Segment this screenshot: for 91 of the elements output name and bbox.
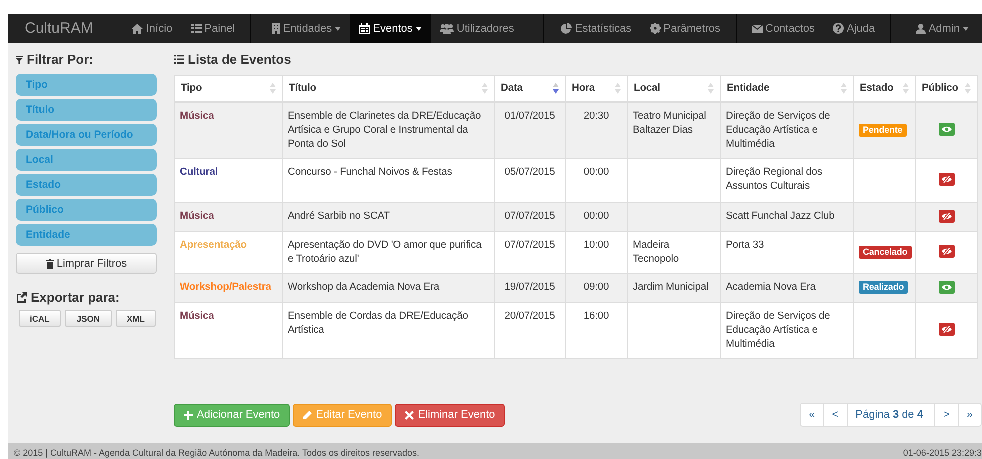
user-icon (916, 24, 926, 34)
private-icon[interactable] (938, 245, 954, 258)
nav-link[interactable]: Início (123, 14, 182, 43)
nav-link[interactable]: Eventos (350, 14, 431, 43)
share-icon (16, 292, 27, 303)
nav-link[interactable]: Entidades (263, 14, 350, 43)
help-icon (833, 23, 844, 34)
nav-link[interactable]: Ajuda (824, 14, 884, 43)
event-type: Workshop/Palestra (180, 282, 272, 292)
list-icon (174, 55, 184, 64)
event-entity: Porta 33 (726, 240, 764, 250)
event-type: Apresentação (180, 240, 247, 250)
status-label: Realizado (859, 281, 908, 294)
event-date: 20/07/2015 (504, 310, 556, 322)
public-icon[interactable] (938, 280, 954, 294)
event-location: Jardim Municipal (633, 282, 709, 292)
column-header[interactable]: Hora (572, 82, 596, 94)
export-heading: Exportar para: (31, 290, 120, 305)
event-location: Madeira Tecnopolo (633, 240, 680, 264)
column-header[interactable]: Data (501, 82, 523, 94)
column-header[interactable]: Local (634, 82, 660, 94)
event-time: 20:30 (584, 110, 610, 122)
event-entity: Academia Nova Era (726, 282, 816, 292)
filter-heading: Filtrar Por: (27, 52, 94, 67)
event-type: Música (180, 110, 214, 122)
event-title: André Sarbib no SCAT (288, 210, 390, 222)
event-type: Cultural (180, 166, 218, 178)
first-page-link[interactable]: « (801, 404, 824, 426)
envelope-icon (752, 24, 762, 32)
page-indicator: Página 3 de 4 (846, 404, 934, 426)
column-header[interactable]: Entidade (727, 82, 770, 94)
event-title: Concurso - Funchal Noivos & Festas (288, 166, 452, 178)
delete-event-button[interactable]: Eliminar Evento (395, 404, 506, 426)
pie-chart-icon (561, 23, 572, 34)
event-date: 07/07/2015 (504, 210, 556, 222)
event-title: Workshop da Academia Nova Era (288, 282, 440, 292)
trash-icon (46, 258, 54, 268)
nav-link[interactable]: Estatísticas (552, 14, 641, 43)
private-icon[interactable] (938, 210, 954, 222)
users-icon (440, 24, 454, 34)
event-date: 19/07/2015 (504, 282, 556, 292)
nav-link[interactable]: Utilizadores (430, 14, 524, 43)
clear-filters-button[interactable]: Limprar Filtros (16, 253, 157, 274)
export-button[interactable]: iCAL (19, 310, 61, 327)
private-icon[interactable] (938, 173, 954, 186)
grid-icon (190, 24, 202, 33)
building-icon (272, 23, 280, 34)
pencil-icon (303, 410, 312, 420)
event-entity: Scatt Funchal Jazz Club (726, 210, 835, 222)
nav-link[interactable]: Parâmetros (640, 14, 730, 43)
nav-link[interactable]: Painel (182, 14, 244, 43)
event-time: 16:00 (584, 310, 610, 322)
copyright-text: © 2015 | CultuRAM - Agenda Cultural da Região Autónoma da Madeira. Todos os direitos reservados. (14, 448, 420, 458)
event-date: 05/07/2015 (504, 166, 556, 178)
event-time: 00:00 (584, 166, 610, 178)
event-time: 10:00 (584, 240, 610, 250)
private-icon[interactable] (938, 323, 954, 336)
event-date: 07/07/2015 (504, 240, 556, 250)
event-title: Apresentação do DVD 'O amor que purifica e Trotoário azul' (288, 240, 482, 264)
column-header[interactable]: Título (289, 82, 316, 94)
list-title: Lista de Eventos (188, 52, 292, 67)
home-icon (132, 24, 144, 34)
previous-page-link[interactable]: < (823, 404, 847, 426)
event-type: Música (180, 310, 214, 322)
brand-logo[interactable]: CultuRAM (8, 14, 110, 43)
status-label: Cancelado (859, 246, 912, 258)
timestamp: 01-06-2015 23:29:3 (903, 448, 982, 458)
filter-icon (16, 56, 23, 64)
event-type: Música (180, 210, 214, 222)
export-button[interactable]: XML (116, 310, 156, 327)
status-label: Pendente (859, 124, 907, 136)
nav-link[interactable]: Contactos (742, 14, 824, 43)
public-icon[interactable] (938, 123, 954, 136)
event-date: 01/07/2015 (504, 110, 556, 122)
event-time: 00:00 (584, 210, 610, 222)
user-menu[interactable]: Admin (906, 14, 982, 43)
last-page-link[interactable]: » (958, 404, 981, 426)
event-location: Teatro Municipal Baltazer Dias (633, 110, 706, 136)
event-title: Ensemble de Cordas da DRE/Educação Artística (288, 310, 468, 336)
settings-icon (650, 23, 661, 34)
export-button[interactable]: JSON (64, 310, 112, 327)
event-time: 09:00 (584, 282, 610, 292)
event-entity: Direção de Serviços de Educação Artística e Multimédia (726, 110, 830, 150)
next-page-link[interactable]: > (934, 404, 958, 426)
column-header[interactable]: Tipo (181, 82, 202, 94)
plus-icon (184, 410, 193, 420)
close-icon (405, 410, 414, 420)
event-entity: Direção Regional dos Assuntos Culturais (726, 166, 822, 192)
calendar-icon (359, 23, 370, 34)
event-entity: Direção de Serviços de Educação Artística e Multimédia (726, 310, 830, 350)
event-title: Ensemble de Clarinetes da DRE/Educação Artísica e Grupo Coral e Instrumental da Ponta do Sol (288, 110, 482, 150)
